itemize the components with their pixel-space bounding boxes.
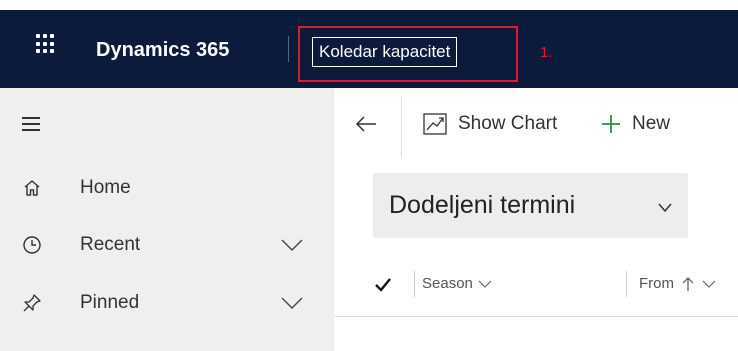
column-separator: [414, 271, 415, 297]
grid-header-divider: [334, 316, 738, 317]
area-title[interactable]: Koledar kapacitet: [312, 37, 458, 67]
annotation-number: 1.: [540, 44, 553, 61]
sidebar-item-home[interactable]: Home: [0, 166, 334, 212]
select-all-checkmark-icon[interactable]: [375, 278, 391, 292]
chevron-down-icon: [702, 280, 716, 288]
top-navigation-bar: Dynamics 365 Koledar kapacitet 1.: [0, 10, 738, 88]
view-title: Dodeljeni termini: [389, 191, 576, 219]
app-launcher-icon[interactable]: [36, 34, 56, 54]
view-selector[interactable]: Dodeljeni termini: [373, 173, 688, 238]
chevron-down-icon: [478, 280, 492, 288]
sidebar-item-label: Recent: [80, 234, 141, 255]
home-icon: [24, 180, 40, 196]
command-bar-separator: [401, 96, 402, 158]
clock-icon: [23, 236, 41, 254]
back-arrow-icon[interactable]: [354, 114, 378, 134]
chevron-down-icon[interactable]: [281, 296, 303, 310]
column-header-season[interactable]: Season: [422, 275, 492, 292]
app-name[interactable]: Dynamics 365: [96, 39, 229, 62]
column-header-from[interactable]: From: [639, 275, 716, 292]
show-chart-button[interactable]: Show Chart: [422, 110, 557, 138]
sidebar: Home Recent Pinned: [0, 88, 334, 351]
sort-ascending-icon: [682, 276, 694, 291]
plus-icon: [602, 115, 620, 133]
chevron-down-icon[interactable]: [281, 238, 303, 252]
sidebar-item-pinned[interactable]: Pinned: [0, 281, 334, 327]
column-separator: [626, 271, 627, 297]
chart-icon: [423, 113, 447, 135]
sidebar-item-label: Home: [80, 177, 131, 198]
new-button[interactable]: New: [600, 110, 670, 138]
new-label: New: [632, 113, 671, 134]
column-header-label: Season: [422, 275, 473, 292]
pin-icon: [23, 294, 41, 312]
sidebar-item-label: Pinned: [80, 292, 140, 313]
hamburger-menu-icon[interactable]: [22, 117, 40, 131]
column-header-label: From: [639, 275, 674, 292]
chevron-down-icon: [658, 203, 672, 213]
header-divider: [288, 36, 289, 62]
sidebar-item-recent[interactable]: Recent: [0, 223, 334, 269]
show-chart-label: Show Chart: [458, 113, 558, 134]
